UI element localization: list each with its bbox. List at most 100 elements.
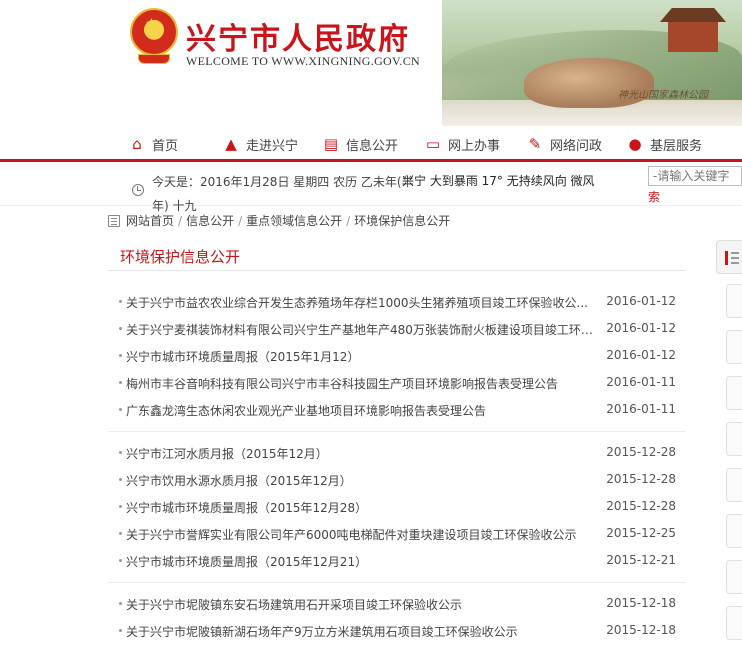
nav-item-online-services[interactable]: ▭ 网上办事 (424, 134, 500, 154)
bullet-icon (119, 629, 122, 632)
list-item-title[interactable]: 关于兴宁市坭陂镇新湖石场年产9万立方米建筑用石项目竣工环保验收公示 (126, 623, 604, 640)
info-strip: 今天是：2016年1月28日 星期四 农历 乙未年(羊年) 十九 兴宁 大到暴雨… (0, 162, 742, 213)
clock-icon (132, 184, 144, 196)
breadcrumb-separator: / (178, 213, 183, 228)
side-panel-card[interactable] (726, 514, 742, 548)
bullet-icon (119, 300, 122, 303)
breadcrumb-key-areas[interactable]: 重点领域信息公开 (246, 212, 342, 229)
monitor-icon: ▭ (425, 135, 441, 153)
nav-item-about[interactable]: ▲ 走进兴宁 (222, 134, 298, 154)
side-panel-card[interactable] (726, 284, 742, 318)
date-line: 今天是：2016年1月28日 星期四 农历 乙未年(羊年) 十九 (152, 175, 414, 213)
list-item-date: 2016-01-12 (606, 321, 676, 335)
site-title[interactable]: 兴宁市人民政府 (186, 14, 410, 58)
nav-item-label: 网络问政 (550, 138, 603, 154)
pavilion-shape (660, 8, 726, 54)
bullet-icon (119, 451, 122, 454)
list-item[interactable]: 兴宁市江河水质月报（2015年12月） 2015-12-28 (108, 439, 686, 466)
list-item[interactable]: 广东鑫龙湾生态休闲农业观光产业基地项目环境影响报告表受理公告 2016-01-11 (108, 396, 686, 423)
list-item-date: 2015-12-18 (606, 623, 676, 637)
emblem-base (138, 54, 170, 64)
side-panel-card[interactable] (726, 606, 742, 640)
bullet-icon (119, 381, 122, 384)
bullet-icon (119, 354, 122, 357)
nav-item-grassroots[interactable]: ● 基层服务 (626, 134, 702, 154)
side-panel-card[interactable] (726, 376, 742, 410)
list-group-divider (108, 582, 686, 583)
article-list-group-1: 关于兴宁市益农农业综合开发生态养殖场年存栏1000头生猪养殖项目竣工环保验收公.… (108, 288, 686, 423)
breadcrumb-info-disclosure[interactable]: 信息公开 (186, 212, 234, 229)
nav-item-info-disclosure[interactable]: ▤ 信息公开 (322, 134, 398, 154)
list-item[interactable]: 兴宁市城市环境质量周报（2015年12月28） 2015-12-28 (108, 493, 686, 520)
breadcrumb-current[interactable]: 环境保护信息公开 (354, 212, 450, 229)
nav-item-label: 走进兴宁 (246, 138, 299, 154)
list-item-title[interactable]: 关于兴宁麦祺装饰材料有限公司兴宁生产基地年产480万张装饰耐火板建设项目竣工环保… (126, 321, 604, 338)
side-menu-toggle[interactable] (716, 240, 742, 274)
national-emblem-icon[interactable]: ★ (128, 8, 180, 68)
nav-item-label: 网上办事 (448, 138, 501, 154)
site-welcome: WELCOME TO WWW.XINGNING.GOV.CN (186, 54, 420, 68)
nav-item-label: 信息公开 (346, 138, 399, 154)
menu-icon (731, 252, 739, 254)
bullet-icon (119, 532, 122, 535)
list-item-title[interactable]: 广东鑫龙湾生态休闲农业观光产业基地项目环境影响报告表受理公告 (126, 402, 604, 419)
nav-item-online-inquiry[interactable]: ✎ 网络问政 (526, 134, 602, 154)
list-item-date: 2016-01-11 (606, 375, 676, 389)
list-item-title[interactable]: 关于兴宁市益农农业综合开发生态养殖场年存栏1000头生猪养殖项目竣工环保验收公.… (126, 294, 604, 311)
nav-item-label: 首页 (152, 138, 179, 154)
side-menu-accent (725, 251, 728, 265)
emblem-star-icon: ★ (145, 16, 158, 32)
list-item[interactable]: 兴宁市城市环境质量周报（2015年12月21） 2015-12-21 (108, 547, 686, 574)
list-item-date: 2015-12-21 (606, 553, 676, 567)
breadcrumb-home[interactable]: 网站首页 (126, 212, 174, 229)
list-item[interactable]: 关于兴宁市益农农业综合开发生态养殖场年存栏1000头生猪养殖项目竣工环保验收公.… (108, 288, 686, 315)
bullet-icon (119, 478, 122, 481)
list-item-title[interactable]: 兴宁市城市环境质量周报（2015年12月28） (126, 499, 604, 516)
header-scenery-image: 神光山国家森林公园 (442, 0, 742, 126)
nav-item-home[interactable]: ⌂ 首页 (128, 134, 178, 154)
list-item-title[interactable]: 关于兴宁市誉辉实业有限公司年产6000吨电梯配件对重块建设项目竣工环保验收公示 (126, 526, 604, 543)
list-item-title[interactable]: 关于兴宁市坭陂镇东安石场建筑用石开采项目竣工环保验收公示 (126, 596, 604, 613)
list-item[interactable]: 梅州市丰谷音响科技有限公司兴宁市丰谷科技园生产项目环境影响报告表受理公告 2016… (108, 369, 686, 396)
article-list-group-2: 兴宁市江河水质月报（2015年12月） 2015-12-28 兴宁市饮用水源水质月… (108, 439, 686, 574)
list-item-title[interactable]: 兴宁市城市环境质量周报（2015年1月12） (126, 348, 604, 365)
list-item[interactable]: 兴宁市饮用水源水质月报（2015年12月） 2015-12-28 (108, 466, 686, 493)
panel-title: 环境保护信息公开 (120, 248, 241, 266)
search-input[interactable] (648, 166, 742, 186)
list-item-date: 2015-12-25 (606, 526, 676, 540)
weather-line: 兴宁 大到暴雨 17° 无持续风向 微风 (402, 174, 595, 188)
list-item-date: 2015-12-18 (606, 596, 676, 610)
list-item[interactable]: 关于兴宁市誉辉实业有限公司年产6000吨电梯配件对重块建设项目竣工环保验收公示 2… (108, 520, 686, 547)
search-button[interactable]: 索 (648, 188, 660, 205)
edit-icon: ✎ (528, 135, 542, 153)
side-panel-card[interactable] (726, 422, 742, 456)
side-panel-card[interactable] (726, 560, 742, 594)
nav-item-label: 基层服务 (650, 138, 703, 154)
list-item-title[interactable]: 梅州市丰谷音响科技有限公司兴宁市丰谷科技园生产项目环境影响报告表受理公告 (126, 375, 604, 392)
landmark-icon: ▲ (225, 135, 237, 153)
breadcrumb: 网站首页 / 信息公开 / 重点领域信息公开 / 环境保护信息公开 (108, 212, 450, 229)
home-icon: ⌂ (132, 135, 142, 153)
list-item[interactable]: 关于兴宁市坭陂镇东安石场建筑用石开采项目竣工环保验收公示 2015-12-18 (108, 590, 686, 617)
side-panel-card[interactable] (726, 330, 742, 364)
list-item-title[interactable]: 兴宁市饮用水源水质月报（2015年12月） (126, 472, 604, 489)
main-nav: ⌂ 首页 ▲ 走进兴宁 ▤ 信息公开 ▭ 网上办事 ✎ 网络问政 ● 基层服务 (0, 126, 742, 160)
list-item[interactable]: 关于兴宁市坭陂镇新湖石场年产9万立方米建筑用石项目竣工环保验收公示 2015-12… (108, 617, 686, 644)
list-group-divider (108, 431, 686, 432)
list-icon (108, 214, 120, 227)
bullet-icon (119, 327, 122, 330)
bullet-icon (119, 602, 122, 605)
list-item[interactable]: 关于兴宁麦祺装饰材料有限公司兴宁生产基地年产480万张装饰耐火板建设项目竣工环保… (108, 315, 686, 342)
pavilion-body (668, 22, 718, 52)
scenery-caption: 神光山国家森林公园 (618, 90, 708, 101)
list-item-date: 2016-01-12 (606, 348, 676, 362)
list-item-date: 2015-12-28 (606, 445, 676, 459)
list-item-title[interactable]: 兴宁市江河水质月报（2015年12月） (126, 445, 604, 462)
bullet-icon (119, 505, 122, 508)
list-item-title[interactable]: 兴宁市城市环境质量周报（2015年12月21） (126, 553, 604, 570)
list-item[interactable]: 兴宁市城市环境质量周报（2015年1月12） 2016-01-12 (108, 342, 686, 369)
chat-icon: ● (628, 135, 642, 153)
breadcrumb-separator: / (238, 213, 243, 228)
side-panel-card[interactable] (726, 468, 742, 502)
bullet-icon (119, 408, 122, 411)
